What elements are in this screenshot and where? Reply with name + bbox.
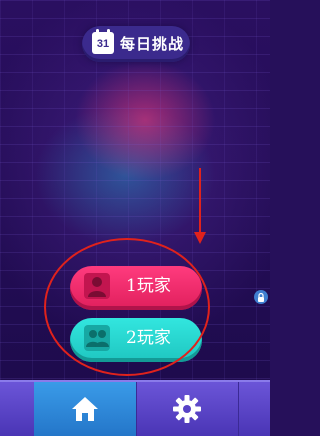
daily-challenge-button[interactable]: 31 每日挑战 [82,26,190,62]
nav-home[interactable] [34,382,136,436]
gear-icon [173,395,201,423]
lock-icon[interactable] [254,290,268,304]
annotation-arrow [199,168,201,234]
calendar-icon: 31 [92,29,114,54]
nav-settings[interactable] [136,382,238,436]
daily-challenge-label: 每日挑战 [120,35,185,53]
annotation-arrow-head [194,232,206,244]
nav-divider [238,382,239,436]
home-icon [72,397,98,421]
bottom-nav-bar [0,380,270,436]
calendar-day: 31 [96,38,110,50]
annotation-circle [44,238,210,376]
